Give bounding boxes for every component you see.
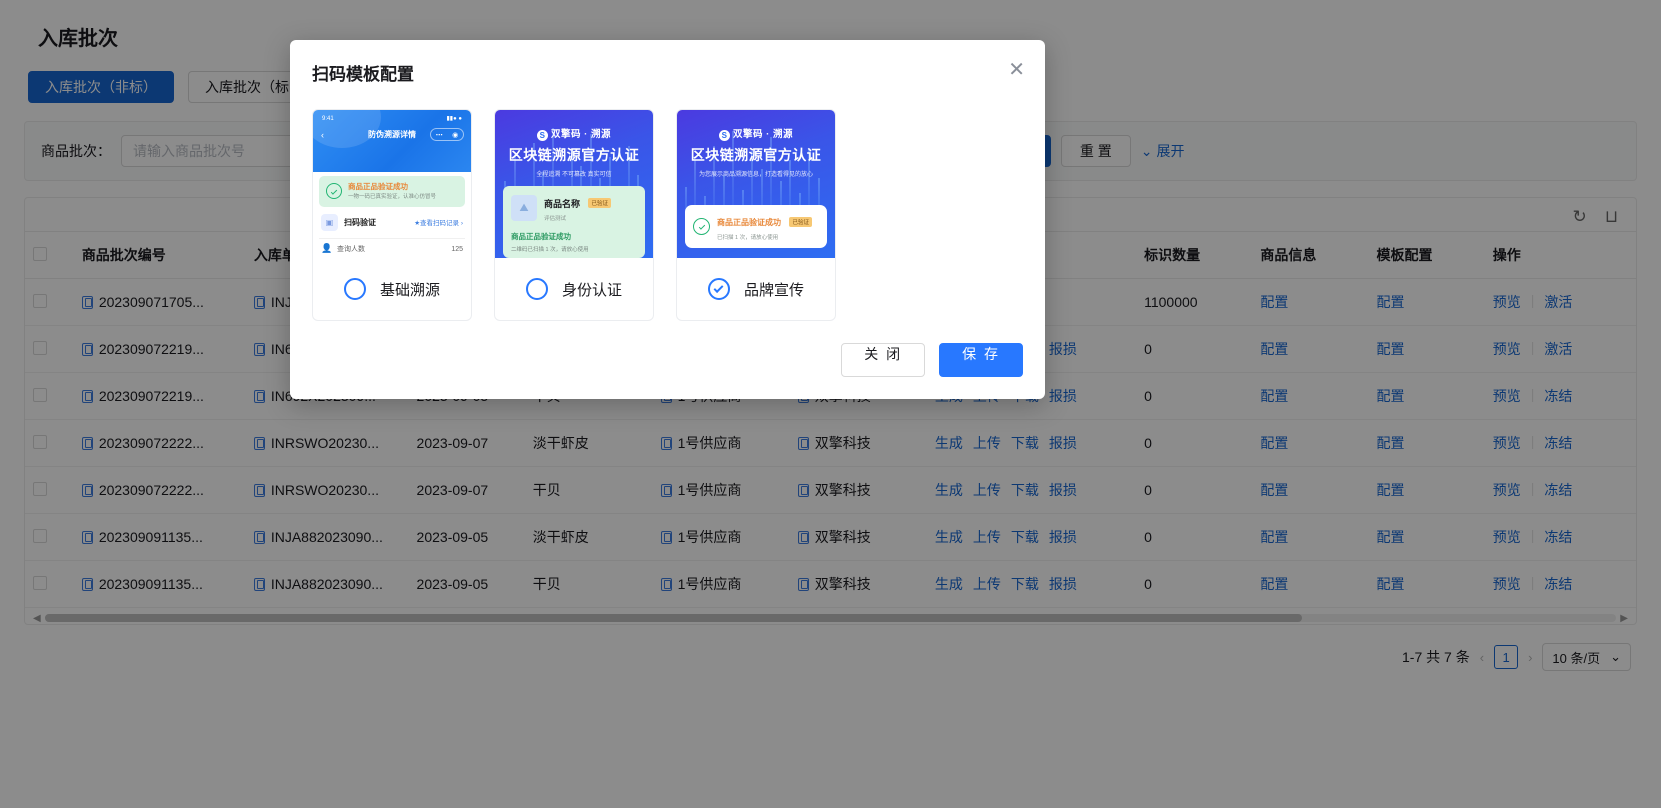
banner-headline: 区块链溯源官方认证: [690, 147, 822, 163]
goods-subtitle: 评估测试: [544, 216, 567, 222]
banner-subline: 全程追溯 不可篡改 真实可信: [536, 172, 612, 178]
phone-header: 9:41 ▮▮● ● ‹ 防伪溯源详情 ⋯ ◉: [313, 110, 471, 172]
scan-icon: ▣: [321, 213, 338, 231]
verify-subtitle: 一物一码已真实验证，认准心仿冒号: [348, 193, 437, 200]
scan-records-link[interactable]: ★查看扫码记录 ›: [414, 217, 463, 227]
query-count-row: 👤 查询人数 125: [319, 239, 465, 258]
template-preview-basic-trace: 9:41 ▮▮● ● ‹ 防伪溯源详情 ⋯ ◉ 商品正品验证成功 一物一码已真实验…: [313, 110, 471, 258]
verify-result-subtitle: 已扫描 1 次，请放心使用: [717, 235, 779, 241]
status-time: 9:41: [322, 115, 334, 122]
scan-verify-row: ▣ 扫码验证 ★查看扫码记录 ›: [319, 207, 465, 239]
goods-head: ⛰ 商品名称 已验证 评估测试: [511, 194, 637, 222]
template-card-footer-brand[interactable]: 品牌宣传: [677, 258, 835, 320]
radio-basic-trace[interactable]: [343, 278, 366, 300]
template-label-identity-auth: 身份认证: [561, 281, 622, 299]
template-card-basic-trace[interactable]: 9:41 ▮▮● ● ‹ 防伪溯源详情 ⋯ ◉ 商品正品验证成功 一物一码已真实验…: [312, 109, 472, 321]
verify-result-title: 商品正品验证成功: [717, 218, 781, 227]
verify-result-text-group: 商品正品验证成功 已验证 已扫描 1 次，请放心使用: [717, 212, 812, 241]
check-circle-icon: [326, 183, 342, 200]
close-icon[interactable]: ✕: [1008, 60, 1025, 80]
brand-name: 双擎码 · 溯源: [551, 129, 611, 140]
modal-save-button[interactable]: 保 存: [939, 343, 1023, 377]
brand-logo-icon: S: [537, 130, 549, 141]
verify-result-tag: 已验证: [789, 217, 812, 227]
goods-verify-panel: ⛰ 商品名称 已验证 评估测试 商品正品验证成功 二维码已扫描 1 次，请放心使…: [503, 186, 645, 258]
verify-title: 商品正品验证成功: [348, 182, 408, 191]
phone-status-bar: 9:41 ▮▮● ●: [313, 110, 471, 123]
verify-result-panel: 商品正品验证成功 已验证 已扫描 1 次，请放心使用: [685, 205, 827, 248]
more-icon: ⋯: [435, 131, 443, 139]
brand-title: S 双擎码 · 溯源: [495, 110, 653, 141]
template-card-brand-promo[interactable]: S 双擎码 · 溯源 区块链溯源官方认证 为您展示商品溯源信息，打造看得见的放心 …: [676, 109, 836, 321]
modal-title: 扫码模板配置: [312, 65, 414, 84]
verify-text-group: 商品正品验证成功 一物一码已真实验证，认准心仿冒号: [348, 182, 436, 201]
template-card-footer-basic[interactable]: 基础溯源: [313, 258, 471, 320]
banner-subline: 为您展示商品溯源信息，打造看得见的放心: [698, 172, 813, 178]
template-card-list: 9:41 ▮▮● ● ‹ 防伪溯源详情 ⋯ ◉ 商品正品验证成功 一物一码已真实验…: [290, 85, 1045, 321]
query-count-value: 125: [451, 245, 463, 253]
template-card-identity-auth[interactable]: S 双擎码 · 溯源 区块链溯源官方认证 全程追溯 不可篡改 真实可信 ⛰ 商品名…: [494, 109, 654, 321]
check-circle-icon: [693, 218, 710, 235]
verify-banner: 商品正品验证成功 一物一码已真实验证，认准心仿冒号: [319, 176, 465, 207]
radio-identity-auth[interactable]: [525, 278, 548, 300]
back-icon[interactable]: ‹: [321, 130, 324, 140]
query-count-label: 查询人数: [337, 246, 365, 254]
brand-logo-icon: S: [719, 130, 731, 141]
template-preview-identity-auth: S 双擎码 · 溯源 区块链溯源官方认证 全程追溯 不可篡改 真实可信 ⛰ 商品名…: [495, 110, 653, 258]
template-card-footer-identity[interactable]: 身份认证: [495, 258, 653, 320]
scan-records-label: 查看扫码记录: [420, 220, 460, 228]
phone-menu-pill: ⋯ ◉: [430, 128, 464, 141]
goods-verify-subtext: 二维码已扫描 1 次，请放心使用: [511, 247, 589, 253]
template-preview-brand-promo: S 双擎码 · 溯源 区块链溯源官方认证 为您展示商品溯源信息，打造看得见的放心 …: [677, 110, 835, 258]
verify-result-line: 商品正品验证成功 已验证: [717, 212, 812, 230]
banner-headline: 区块链溯源官方认证: [508, 147, 640, 163]
phone-nav-title: 防伪溯源详情: [368, 130, 416, 139]
goods-name-line: 商品名称 已验证: [544, 194, 611, 212]
modal-close-button[interactable]: 关 闭: [841, 343, 926, 377]
scan-verify-label: 扫码验证: [344, 217, 376, 227]
phone-nav-bar: ‹ 防伪溯源详情 ⋯ ◉: [313, 128, 471, 141]
radio-brand-promo[interactable]: [707, 278, 730, 300]
goods-text-group: 商品名称 已验证 评估测试: [544, 194, 611, 222]
image-placeholder-icon: ⛰: [511, 195, 537, 221]
goods-verify-text: 商品正品验证成功: [511, 232, 571, 241]
template-label-basic-trace: 基础溯源: [379, 281, 440, 299]
modal-footer: 关 闭 保 存: [290, 321, 1045, 399]
goods-tag: 已验证: [588, 198, 611, 208]
scan-template-config-modal: 扫码模板配置 ✕ 9:41 ▮▮● ● ‹ 防伪溯源详情 ⋯ ◉ 商品正品验证成…: [290, 40, 1045, 399]
template-label-brand-promo: 品牌宣传: [743, 281, 804, 299]
target-icon: ◉: [452, 131, 459, 139]
goods-name: 商品名称: [544, 199, 581, 209]
status-icons: ▮▮● ●: [446, 116, 462, 122]
brand-name: 双擎码 · 溯源: [733, 129, 793, 140]
brand-title: S 双擎码 · 溯源: [677, 110, 835, 141]
person-icon: 👤: [321, 242, 333, 253]
